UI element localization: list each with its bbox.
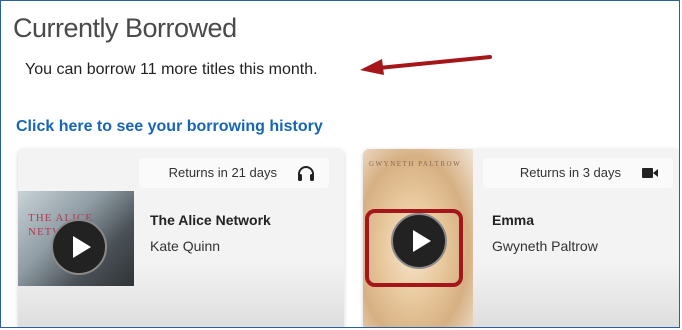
play-button[interactable] bbox=[51, 219, 107, 275]
returns-text: Returns in 3 days bbox=[519, 165, 621, 180]
play-icon bbox=[73, 236, 91, 258]
cover-author-text: GWYNETH PALTROW bbox=[369, 160, 462, 168]
borrowed-panel: Currently Borrowed You can borrow 11 mor… bbox=[0, 0, 680, 328]
returns-badge: Returns in 21 days bbox=[139, 158, 329, 188]
video-camera-icon bbox=[642, 168, 658, 178]
borrowed-title-card[interactable]: Returns in 21 days THE ALICE NETWORK The… bbox=[18, 149, 344, 327]
annotation-highlight-box bbox=[365, 209, 463, 287]
book-title[interactable]: The Alice Network bbox=[150, 212, 271, 228]
page-title: Currently Borrowed bbox=[13, 13, 237, 43]
headphones-icon bbox=[298, 166, 314, 181]
book-title[interactable]: Emma bbox=[492, 212, 534, 228]
borrowing-history-link[interactable]: Click here to see your borrowing history bbox=[16, 118, 323, 136]
book-author[interactable]: Kate Quinn bbox=[150, 238, 220, 254]
borrow-allowance-text: You can borrow 11 more titles this month… bbox=[25, 61, 318, 78]
annotation-arrow bbox=[360, 55, 492, 75]
returns-badge: Returns in 3 days bbox=[483, 158, 673, 188]
book-author[interactable]: Gwyneth Paltrow bbox=[492, 238, 598, 254]
returns-text: Returns in 21 days bbox=[168, 165, 277, 180]
